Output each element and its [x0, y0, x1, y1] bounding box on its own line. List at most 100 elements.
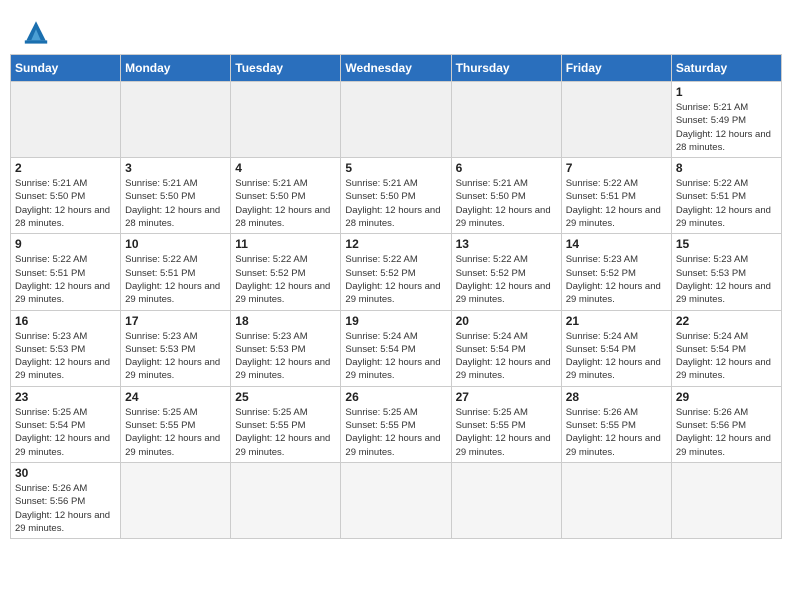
calendar-cell: 9 Sunrise: 5:22 AM Sunset: 5:51 PM Dayli…	[11, 234, 121, 310]
day-number: 29	[676, 390, 777, 404]
day-number: 21	[566, 314, 667, 328]
day-number: 10	[125, 237, 226, 251]
day-info: Sunrise: 5:26 AM Sunset: 5:56 PM Dayligh…	[676, 406, 777, 459]
calendar-cell	[451, 82, 561, 158]
calendar-cell: 21 Sunrise: 5:24 AM Sunset: 5:54 PM Dayl…	[561, 310, 671, 386]
calendar-cell	[561, 462, 671, 538]
day-info: Sunrise: 5:26 AM Sunset: 5:55 PM Dayligh…	[566, 406, 667, 459]
header-saturday: Saturday	[671, 55, 781, 82]
day-number: 22	[676, 314, 777, 328]
day-info: Sunrise: 5:24 AM Sunset: 5:54 PM Dayligh…	[456, 330, 557, 383]
calendar-row: 16 Sunrise: 5:23 AM Sunset: 5:53 PM Dayl…	[11, 310, 782, 386]
day-number: 17	[125, 314, 226, 328]
calendar-cell	[561, 82, 671, 158]
calendar-cell: 18 Sunrise: 5:23 AM Sunset: 5:53 PM Dayl…	[231, 310, 341, 386]
calendar-cell	[231, 462, 341, 538]
logo-icon	[20, 18, 52, 46]
day-info: Sunrise: 5:21 AM Sunset: 5:50 PM Dayligh…	[345, 177, 446, 230]
day-number: 27	[456, 390, 557, 404]
calendar-cell: 10 Sunrise: 5:22 AM Sunset: 5:51 PM Dayl…	[121, 234, 231, 310]
day-number: 18	[235, 314, 336, 328]
day-number: 14	[566, 237, 667, 251]
day-info: Sunrise: 5:24 AM Sunset: 5:54 PM Dayligh…	[676, 330, 777, 383]
day-number: 11	[235, 237, 336, 251]
calendar-cell: 30 Sunrise: 5:26 AM Sunset: 5:56 PM Dayl…	[11, 462, 121, 538]
day-number: 15	[676, 237, 777, 251]
day-number: 28	[566, 390, 667, 404]
calendar-cell	[121, 462, 231, 538]
header-sunday: Sunday	[11, 55, 121, 82]
calendar-cell: 2 Sunrise: 5:21 AM Sunset: 5:50 PM Dayli…	[11, 158, 121, 234]
day-info: Sunrise: 5:23 AM Sunset: 5:52 PM Dayligh…	[566, 253, 667, 306]
calendar-cell: 15 Sunrise: 5:23 AM Sunset: 5:53 PM Dayl…	[671, 234, 781, 310]
calendar-row: 2 Sunrise: 5:21 AM Sunset: 5:50 PM Dayli…	[11, 158, 782, 234]
day-info: Sunrise: 5:24 AM Sunset: 5:54 PM Dayligh…	[345, 330, 446, 383]
logo	[20, 18, 56, 46]
calendar-cell: 26 Sunrise: 5:25 AM Sunset: 5:55 PM Dayl…	[341, 386, 451, 462]
calendar-header	[10, 10, 782, 50]
day-info: Sunrise: 5:21 AM Sunset: 5:50 PM Dayligh…	[456, 177, 557, 230]
day-info: Sunrise: 5:22 AM Sunset: 5:52 PM Dayligh…	[456, 253, 557, 306]
day-info: Sunrise: 5:22 AM Sunset: 5:52 PM Dayligh…	[345, 253, 446, 306]
calendar-cell: 17 Sunrise: 5:23 AM Sunset: 5:53 PM Dayl…	[121, 310, 231, 386]
day-number: 6	[456, 161, 557, 175]
header-thursday: Thursday	[451, 55, 561, 82]
calendar-table: Sunday Monday Tuesday Wednesday Thursday…	[10, 54, 782, 539]
day-number: 19	[345, 314, 446, 328]
day-info: Sunrise: 5:23 AM Sunset: 5:53 PM Dayligh…	[15, 330, 116, 383]
day-number: 13	[456, 237, 557, 251]
day-info: Sunrise: 5:21 AM Sunset: 5:49 PM Dayligh…	[676, 101, 777, 154]
day-info: Sunrise: 5:21 AM Sunset: 5:50 PM Dayligh…	[235, 177, 336, 230]
day-info: Sunrise: 5:22 AM Sunset: 5:51 PM Dayligh…	[566, 177, 667, 230]
calendar-cell: 29 Sunrise: 5:26 AM Sunset: 5:56 PM Dayl…	[671, 386, 781, 462]
day-info: Sunrise: 5:22 AM Sunset: 5:52 PM Dayligh…	[235, 253, 336, 306]
day-info: Sunrise: 5:26 AM Sunset: 5:56 PM Dayligh…	[15, 482, 116, 535]
day-number: 26	[345, 390, 446, 404]
day-number: 2	[15, 161, 116, 175]
calendar-row: 23 Sunrise: 5:25 AM Sunset: 5:54 PM Dayl…	[11, 386, 782, 462]
calendar-cell: 19 Sunrise: 5:24 AM Sunset: 5:54 PM Dayl…	[341, 310, 451, 386]
day-info: Sunrise: 5:25 AM Sunset: 5:55 PM Dayligh…	[235, 406, 336, 459]
day-info: Sunrise: 5:25 AM Sunset: 5:55 PM Dayligh…	[345, 406, 446, 459]
calendar-cell: 13 Sunrise: 5:22 AM Sunset: 5:52 PM Dayl…	[451, 234, 561, 310]
calendar-cell: 4 Sunrise: 5:21 AM Sunset: 5:50 PM Dayli…	[231, 158, 341, 234]
calendar-cell	[231, 82, 341, 158]
calendar-cell	[451, 462, 561, 538]
calendar-cell: 20 Sunrise: 5:24 AM Sunset: 5:54 PM Dayl…	[451, 310, 561, 386]
day-info: Sunrise: 5:22 AM Sunset: 5:51 PM Dayligh…	[15, 253, 116, 306]
day-info: Sunrise: 5:25 AM Sunset: 5:54 PM Dayligh…	[15, 406, 116, 459]
calendar-cell: 7 Sunrise: 5:22 AM Sunset: 5:51 PM Dayli…	[561, 158, 671, 234]
day-number: 9	[15, 237, 116, 251]
calendar-cell: 6 Sunrise: 5:21 AM Sunset: 5:50 PM Dayli…	[451, 158, 561, 234]
calendar-cell: 27 Sunrise: 5:25 AM Sunset: 5:55 PM Dayl…	[451, 386, 561, 462]
calendar-row: 30 Sunrise: 5:26 AM Sunset: 5:56 PM Dayl…	[11, 462, 782, 538]
weekday-header-row: Sunday Monday Tuesday Wednesday Thursday…	[11, 55, 782, 82]
day-number: 30	[15, 466, 116, 480]
day-number: 25	[235, 390, 336, 404]
calendar-cell: 24 Sunrise: 5:25 AM Sunset: 5:55 PM Dayl…	[121, 386, 231, 462]
calendar-cell: 1 Sunrise: 5:21 AM Sunset: 5:49 PM Dayli…	[671, 82, 781, 158]
day-number: 3	[125, 161, 226, 175]
calendar-row: 9 Sunrise: 5:22 AM Sunset: 5:51 PM Dayli…	[11, 234, 782, 310]
day-number: 16	[15, 314, 116, 328]
header-monday: Monday	[121, 55, 231, 82]
day-info: Sunrise: 5:23 AM Sunset: 5:53 PM Dayligh…	[235, 330, 336, 383]
day-info: Sunrise: 5:25 AM Sunset: 5:55 PM Dayligh…	[125, 406, 226, 459]
calendar-cell: 23 Sunrise: 5:25 AM Sunset: 5:54 PM Dayl…	[11, 386, 121, 462]
calendar-cell: 14 Sunrise: 5:23 AM Sunset: 5:52 PM Dayl…	[561, 234, 671, 310]
header-friday: Friday	[561, 55, 671, 82]
calendar-cell: 28 Sunrise: 5:26 AM Sunset: 5:55 PM Dayl…	[561, 386, 671, 462]
day-info: Sunrise: 5:21 AM Sunset: 5:50 PM Dayligh…	[125, 177, 226, 230]
calendar-cell	[11, 82, 121, 158]
day-number: 23	[15, 390, 116, 404]
calendar-cell	[671, 462, 781, 538]
calendar-cell: 3 Sunrise: 5:21 AM Sunset: 5:50 PM Dayli…	[121, 158, 231, 234]
day-info: Sunrise: 5:21 AM Sunset: 5:50 PM Dayligh…	[15, 177, 116, 230]
day-info: Sunrise: 5:22 AM Sunset: 5:51 PM Dayligh…	[125, 253, 226, 306]
calendar-cell: 25 Sunrise: 5:25 AM Sunset: 5:55 PM Dayl…	[231, 386, 341, 462]
day-number: 24	[125, 390, 226, 404]
day-info: Sunrise: 5:23 AM Sunset: 5:53 PM Dayligh…	[676, 253, 777, 306]
calendar-cell	[121, 82, 231, 158]
header-tuesday: Tuesday	[231, 55, 341, 82]
day-number: 1	[676, 85, 777, 99]
